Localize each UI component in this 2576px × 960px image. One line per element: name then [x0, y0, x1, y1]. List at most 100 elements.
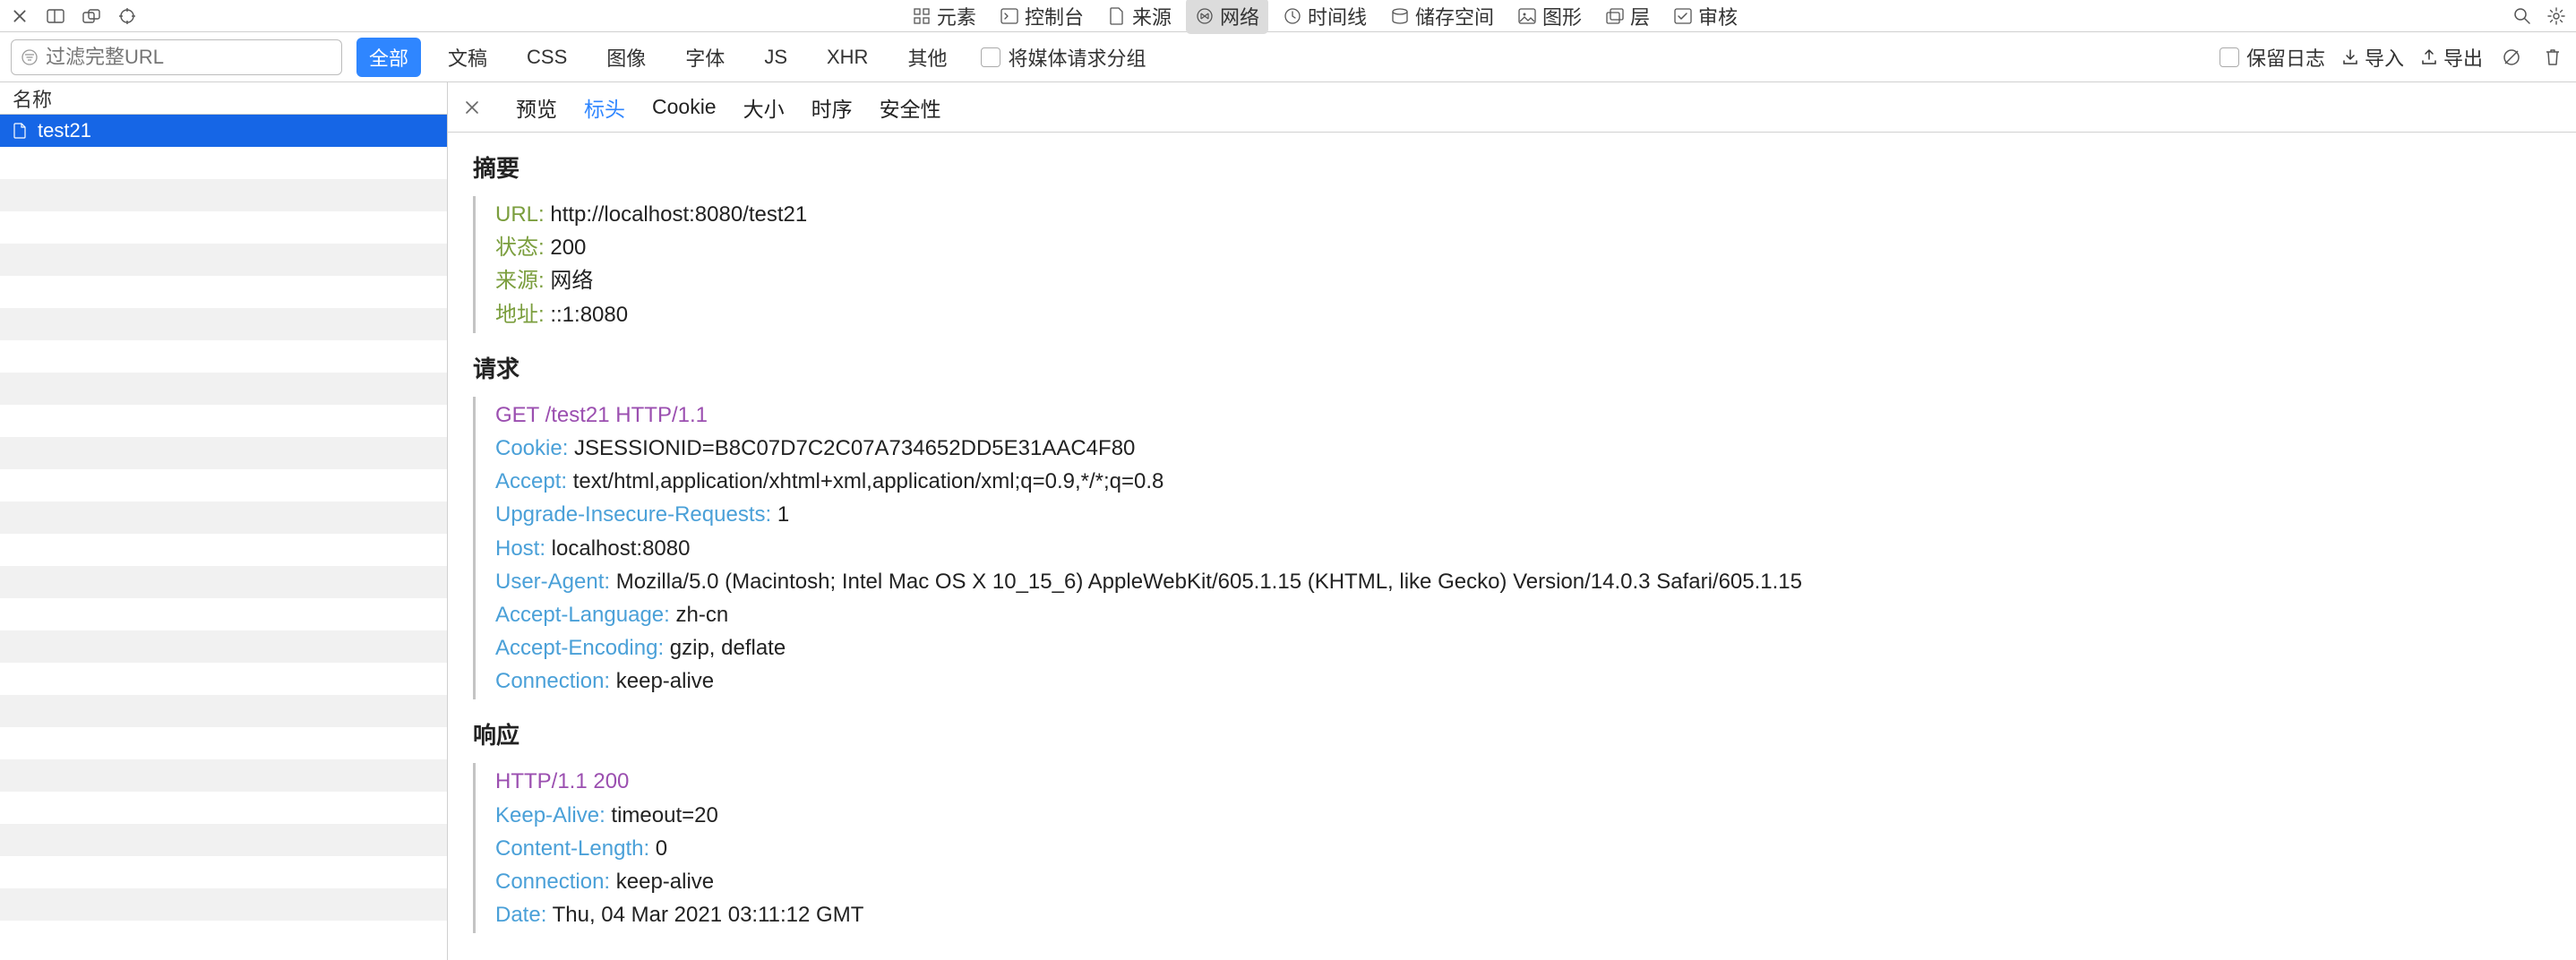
section-title-request: 请求 [473, 351, 2551, 384]
graphics-icon [1517, 6, 1537, 26]
tab-elements[interactable]: 元素 [903, 0, 985, 34]
request-row[interactable]: test21 [0, 115, 447, 147]
clear-icon[interactable] [2540, 45, 2565, 70]
storage-icon [1390, 6, 1410, 26]
dock-side-icon[interactable] [43, 4, 68, 29]
export-icon [2420, 48, 2438, 66]
url-filter-field[interactable] [11, 39, 342, 75]
tab-console[interactable]: 控制台 [991, 0, 1093, 34]
header-line: Accept-Encoding: gzip, deflate [495, 631, 2551, 664]
request-row-empty [0, 405, 447, 437]
request-row-empty [0, 211, 447, 244]
detail-tab-preview[interactable]: 预览 [516, 92, 557, 123]
detail-tab-timing[interactable]: 时序 [811, 92, 853, 123]
header-line: Content-Length: 0 [495, 832, 2551, 865]
header-line: Cookie: JSESSIONID=B8C07D7C2C07A734652DD… [495, 432, 2551, 465]
header-line: Connection: keep-alive [495, 865, 2551, 898]
audit-icon [1673, 6, 1693, 26]
request-row-empty [0, 147, 447, 179]
header-key: Accept-Language: [495, 603, 670, 627]
detail-tab-cookie[interactable]: Cookie [652, 95, 717, 119]
filter-xhr[interactable]: XHR [814, 40, 880, 74]
filter-js[interactable]: JS [751, 40, 800, 74]
tab-timeline[interactable]: 时间线 [1274, 0, 1376, 34]
request-row-empty [0, 566, 447, 598]
tab-network[interactable]: 网络 [1186, 0, 1268, 34]
status-line: HTTP/1.1 200 [495, 765, 2551, 798]
gear-icon[interactable] [2544, 4, 2569, 29]
header-value: Thu, 04 Mar 2021 03:11:12 GMT [546, 903, 863, 927]
inspect-element-icon[interactable] [115, 4, 140, 29]
request-row-empty [0, 663, 447, 695]
header-key: Connection: [495, 669, 610, 693]
tab-label: 图形 [1542, 2, 1582, 30]
request-row-name: test21 [38, 119, 91, 142]
header-value: 网络 [545, 269, 594, 293]
filter-font[interactable]: 字体 [673, 38, 737, 77]
tab-label: 审核 [1698, 2, 1738, 30]
filter-image[interactable]: 图像 [594, 38, 658, 77]
filter-css[interactable]: CSS [514, 40, 580, 74]
filter-doc[interactable]: 文稿 [435, 38, 500, 77]
devtools-top-toolbar: 元素 控制台 来源 网络 时间线 储存空间 图形 层 [0, 0, 2576, 32]
filter-all[interactable]: 全部 [356, 38, 421, 77]
tab-storage[interactable]: 储存空间 [1381, 0, 1503, 34]
url-filter-input[interactable] [46, 46, 332, 69]
header-line: Upgrade-Insecure-Requests: 1 [495, 498, 2551, 531]
header-value: Mozilla/5.0 (Macintosh; Intel Mac OS X 1… [610, 570, 1802, 594]
header-value: keep-alive [610, 870, 714, 894]
request-row-empty [0, 598, 447, 630]
header-key: 来源: [495, 269, 545, 293]
request-row-empty [0, 824, 447, 856]
tab-graphics[interactable]: 图形 [1508, 0, 1591, 34]
preserve-log-checkbox[interactable]: 保留日志 [2220, 43, 2325, 72]
layers-icon [1605, 6, 1625, 26]
detail-tab-headers[interactable]: 标头 [584, 92, 625, 123]
export-button[interactable]: 导出 [2420, 43, 2483, 72]
request-list-panel: 名称 test21 [0, 82, 448, 960]
import-button[interactable]: 导入 [2341, 43, 2404, 72]
header-value: timeout=20 [605, 803, 718, 827]
search-icon[interactable] [2510, 4, 2535, 29]
preserve-log-label: 保留日志 [2246, 43, 2325, 72]
header-value: localhost:8080 [545, 536, 690, 561]
tab-layers[interactable]: 层 [1596, 0, 1659, 34]
header-value: ::1:8080 [545, 303, 628, 327]
request-row-empty [0, 276, 447, 308]
header-key: Accept: [495, 469, 567, 493]
detail-tab-security[interactable]: 安全性 [880, 92, 941, 123]
close-detail-icon[interactable] [460, 96, 484, 119]
header-line: Date: Thu, 04 Mar 2021 03:11:12 GMT [495, 898, 2551, 931]
header-line: User-Agent: Mozilla/5.0 (Macintosh; Inte… [495, 565, 2551, 598]
disable-cache-icon[interactable] [2499, 45, 2524, 70]
header-key: Host: [495, 536, 545, 561]
request-row-empty [0, 921, 447, 953]
tab-label: 储存空间 [1415, 2, 1494, 30]
group-media-checkbox[interactable]: 将媒体请求分组 [981, 43, 1146, 72]
summary-block: URL: http://localhost:8080/test21状态: 200… [473, 196, 2551, 333]
header-value: 0 [649, 836, 667, 861]
checkbox-icon [981, 47, 1000, 67]
header-value: zh-cn [670, 603, 728, 627]
import-icon [2341, 48, 2359, 66]
request-row-empty [0, 792, 447, 824]
timeline-icon [1283, 6, 1302, 26]
column-header-name[interactable]: 名称 [0, 82, 447, 115]
tab-label: 元素 [937, 2, 976, 30]
tab-label: 来源 [1132, 2, 1172, 30]
close-icon[interactable] [7, 4, 32, 29]
header-line: Connection: keep-alive [495, 664, 2551, 698]
sources-icon [1107, 6, 1127, 26]
detail-tab-size[interactable]: 大小 [743, 92, 785, 123]
toolbar-right-group [2510, 4, 2569, 29]
popout-window-icon[interactable] [79, 4, 104, 29]
header-value: gzip, deflate [664, 636, 786, 660]
group-media-label: 将媒体请求分组 [1008, 43, 1146, 72]
request-row-empty [0, 759, 447, 792]
console-icon [1000, 6, 1019, 26]
tab-audit[interactable]: 审核 [1664, 0, 1747, 34]
tab-sources[interactable]: 来源 [1098, 0, 1181, 34]
filter-other[interactable]: 其他 [895, 38, 959, 77]
elements-icon [912, 6, 932, 26]
document-icon [11, 122, 29, 140]
